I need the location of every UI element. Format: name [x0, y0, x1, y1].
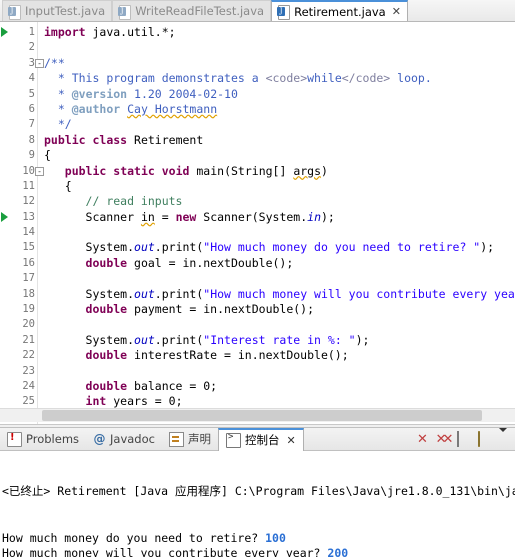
line-number: 8: [28, 133, 35, 146]
line-number: 23: [22, 364, 35, 377]
java-file-icon: J: [118, 4, 132, 20]
code-line: Scanner in = new Scanner(System.in);: [44, 209, 335, 224]
tab-label: 声明: [187, 432, 211, 446]
tab-console[interactable]: 控制台 ✕: [217, 427, 304, 451]
scrollbar-thumb[interactable]: [42, 410, 482, 421]
tab-label: 控制台: [244, 433, 280, 447]
line-number: 6: [28, 102, 35, 115]
code-line: System.out.print("How much money will yo…: [44, 286, 515, 301]
console-view-tab-bar: Problems @ Javadoc 声明 控制台 ✕ ✕ ✕✕: [0, 427, 515, 451]
line-number: 12: [22, 195, 35, 208]
console-line: How much money do you need to retire? 10…: [2, 531, 515, 547]
line-number: 7: [28, 118, 35, 131]
line-number: 20: [22, 318, 35, 331]
console-lines: How much money do you need to retire? 10…: [2, 531, 515, 557]
java-file-icon: J: [277, 5, 291, 20]
line-number: 2: [28, 41, 35, 54]
code-line: public static void main(String[] args): [64, 163, 328, 178]
console-prompt-text: How much money do you need to retire?: [2, 530, 266, 545]
scroll-lock-button[interactable]: [455, 430, 470, 447]
code-line: {: [44, 148, 51, 163]
line-number: 22: [22, 349, 35, 362]
editor-tab-retirement[interactable]: J Retirement.java ✕: [271, 0, 408, 21]
line-number: 21: [22, 333, 35, 346]
code-line: // read inputs: [85, 194, 183, 209]
source-code[interactable]: import java.util.*; /** * This program d…: [38, 22, 515, 424]
console-input-value: 200: [327, 546, 349, 557]
code-line: {: [44, 178, 72, 193]
line-number: 16: [22, 256, 35, 269]
line-number: 1: [0, 25, 37, 40]
tab-problems[interactable]: Problems: [0, 428, 86, 451]
code-line: System.out.print("Interest rate in %: ")…: [44, 332, 370, 347]
console-icon: [225, 432, 241, 448]
java-file-icon: J: [8, 4, 21, 20]
line-number: 14: [22, 226, 35, 239]
code-line: */: [57, 117, 72, 132]
declaration-icon: [168, 431, 184, 447]
line-number: 17: [22, 272, 35, 285]
line-number: 5: [28, 87, 35, 100]
tab-label: Problems: [26, 432, 80, 446]
line-number: 13: [0, 210, 37, 225]
problems-icon: [7, 431, 22, 447]
console-output[interactable]: <已终止> Retirement [Java 应用程序] C:\Program …: [0, 451, 515, 557]
editor-tab-label: WriteReadFileTest.java: [135, 4, 265, 18]
console-input-value: 100: [265, 530, 286, 545]
fold-toggle-icon[interactable]: -: [35, 166, 44, 176]
code-line: * @version 1.20 2004-02-10: [57, 86, 238, 101]
view-menu-button[interactable]: [495, 427, 510, 447]
line-number: 11: [22, 179, 35, 192]
editor-tab-label: InputTest.java: [25, 4, 106, 18]
tab-declaration[interactable]: 声明: [162, 428, 218, 451]
terminate-button[interactable]: [395, 432, 410, 447]
close-icon[interactable]: ✕: [392, 6, 401, 17]
code-line: public class Retirement: [44, 132, 204, 147]
pin-console-button[interactable]: [475, 430, 490, 447]
console-prompt-text: How much money will you contribute every…: [2, 546, 328, 557]
eclipse-window: J InputTest.java J WriteReadFileTest.jav…: [0, 0, 515, 557]
line-number: 19: [22, 303, 35, 316]
editor-tab-inputtest[interactable]: J InputTest.java: [2, 0, 113, 21]
line-number: 18: [22, 287, 35, 300]
breakpoint-arrow-icon: [1, 211, 8, 222]
close-icon[interactable]: ✕: [286, 434, 295, 447]
code-line: double goal = in.nextDouble();: [85, 255, 294, 270]
javadoc-icon: @: [93, 431, 106, 446]
tab-label: Javadoc: [110, 432, 155, 446]
fold-toggle-icon[interactable]: -: [35, 58, 44, 68]
code-line: import java.util.*;: [44, 25, 176, 39]
code-line: double payment = in.nextDouble();: [85, 302, 315, 317]
console-line: How much money will you contribute every…: [2, 546, 515, 557]
line-number: 3-: [0, 56, 44, 71]
line-number: 15: [22, 241, 35, 254]
editor-horizontal-scrollbar[interactable]: ◄: [0, 408, 515, 422]
code-line: * @author Cay Horstmann: [57, 101, 218, 116]
console-toolbar: ✕ ✕✕: [395, 427, 515, 447]
line-number-gutter: 1 2 3-4 5 6 7 8 9 10-11 12 13 14 15 16 17 18 19 20 21 22 23 2…: [0, 22, 44, 424]
code-editor[interactable]: 1 2 3-4 5 6 7 8 9 10-11 12 13 14 15 16 17 18 19 20 21 22 23 2…: [0, 22, 515, 425]
remove-all-terminated-button[interactable]: ✕✕: [435, 432, 454, 447]
console-launch-header: <已终止> Retirement [Java 应用程序] C:\Program …: [2, 484, 515, 498]
line-number: 9: [28, 149, 35, 162]
code-line: double balance = 0;: [85, 378, 218, 393]
editor-tab-label: Retirement.java: [294, 4, 386, 19]
code-line: double interestRate = in.nextDouble();: [85, 348, 349, 363]
editor-tab-bar: J InputTest.java J WriteReadFileTest.jav…: [0, 0, 515, 22]
line-number: 24: [22, 379, 35, 392]
code-line: * This program demonstrates a <code>whil…: [57, 71, 432, 86]
code-line: System.out.print("How much money do you …: [44, 240, 495, 255]
breakpoint-arrow-icon: [1, 27, 8, 37]
line-number: 10-: [0, 164, 44, 179]
code-line: /**: [44, 55, 65, 70]
editor-tab-writereadfiletest[interactable]: J WriteReadFileTest.java: [112, 0, 272, 21]
remove-launch-button[interactable]: ✕: [415, 432, 430, 447]
line-number: 4: [28, 72, 35, 85]
tab-javadoc[interactable]: @ Javadoc: [86, 428, 162, 451]
